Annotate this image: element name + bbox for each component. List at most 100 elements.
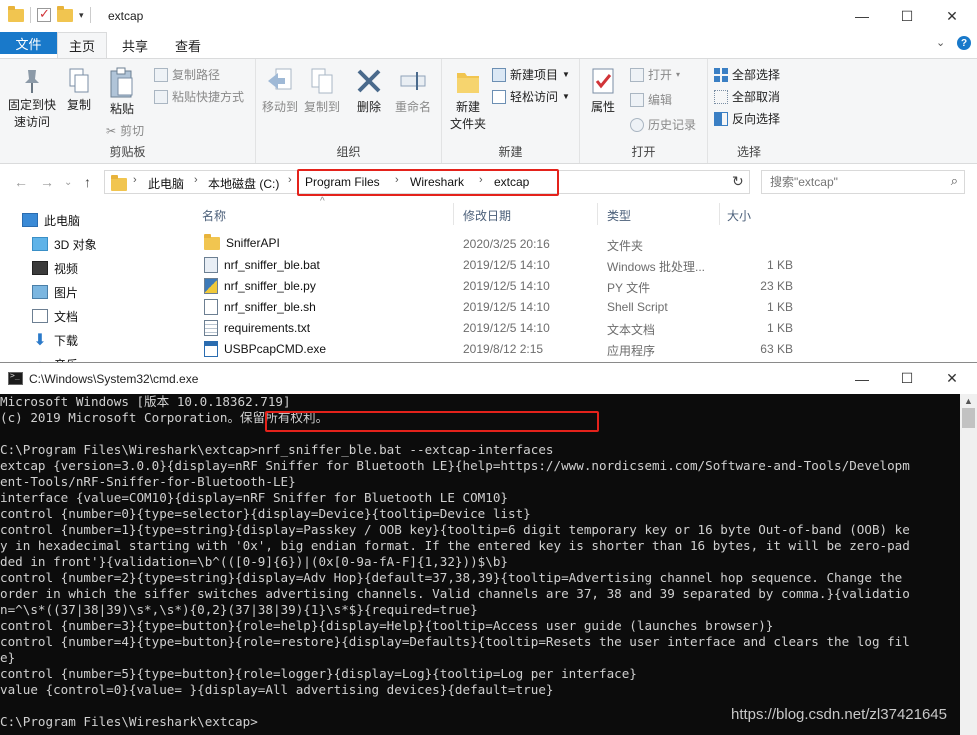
address-bar[interactable]: › 此电脑 › 本地磁盘 (C:) › Program Files › Wire…	[104, 169, 825, 196]
vertical-scrollbar[interactable]: ▲	[960, 394, 977, 735]
search-input[interactable]	[770, 172, 940, 192]
breadcrumb-separator: ›	[288, 174, 292, 186]
file-row[interactable]: SnifferAPI 2020/3/25 20:16 文件夹	[190, 233, 977, 254]
nav-item-this-pc[interactable]: 此电脑	[22, 209, 80, 231]
properties-icon[interactable]	[37, 6, 51, 22]
copy-to-button[interactable]: 复制到	[302, 67, 342, 116]
nav-item-3d-objects[interactable]: 3D 对象	[32, 233, 97, 255]
refresh-icon[interactable]: ↻	[732, 173, 744, 190]
clipboard-group: 固定到快 速访问 复制 粘贴 复制路径 粘贴快捷方式 ✂ 剪切 剪贴板	[0, 59, 256, 163]
cut-button[interactable]: ✂ 剪切	[106, 122, 144, 139]
search-box[interactable]: ⌕	[761, 170, 965, 194]
back-icon[interactable]: ←	[14, 174, 28, 190]
file-row[interactable]: nrf_sniffer_ble.sh 2019/12/5 14:10 Shell…	[190, 296, 977, 317]
paste-button[interactable]: 粘贴	[102, 67, 142, 118]
tab-view[interactable]: 查看	[163, 32, 213, 58]
breadcrumb-this-pc[interactable]: 此电脑	[148, 175, 184, 192]
cube-icon	[32, 237, 48, 251]
file-row[interactable]: requirements.txt 2019/12/5 14:10 文本文档 1 …	[190, 317, 977, 338]
nav-item-music[interactable]: ♪ 音乐	[32, 353, 78, 363]
computer-icon	[22, 213, 38, 227]
help-icon[interactable]: ?	[957, 36, 971, 50]
copy-path-button[interactable]: 复制路径	[154, 66, 220, 83]
column-header-type[interactable]: 类型	[607, 207, 631, 224]
nav-item-label: 下载	[54, 333, 79, 348]
breadcrumb-separator: ›	[133, 174, 137, 186]
invert-selection-button[interactable]: 反向选择	[714, 110, 780, 127]
scissors-icon: ✂	[106, 123, 117, 138]
history-button[interactable]: 历史记录	[630, 116, 696, 133]
file-row[interactable]: nrf_sniffer_ble.bat 2019/12/5 14:10 Wind…	[190, 254, 977, 275]
move-to-button[interactable]: 移动到	[260, 67, 300, 116]
sort-caret-icon: ^	[320, 196, 325, 207]
minimize-button[interactable]: —	[839, 363, 885, 394]
highlight-box	[297, 169, 559, 196]
file-row[interactable]: nrf_sniffer_ble.py 2019/12/5 14:10 PY 文件…	[190, 275, 977, 296]
file-date: 2019/8/12 2:15	[463, 342, 544, 356]
easy-access-button[interactable]: 轻松访问 ▼	[492, 88, 570, 105]
tab-file[interactable]: 文件	[0, 32, 57, 54]
nav-item-videos[interactable]: 视频	[32, 257, 78, 279]
console-line: control {number=4}{type=button}{role=res…	[0, 634, 910, 649]
column-header-size[interactable]: 大小	[727, 207, 751, 224]
select-group-label: 选择	[736, 145, 761, 159]
clipboard-icon	[110, 67, 133, 98]
column-divider	[719, 203, 720, 225]
maximize-button[interactable]: ☐	[884, 0, 930, 32]
nav-item-label: 文档	[54, 309, 79, 324]
edit-button[interactable]: 编辑	[630, 91, 672, 108]
tab-home[interactable]: 主页	[57, 32, 107, 58]
open-button[interactable]: 打开 ▾	[630, 66, 680, 83]
file-size: 1 KB	[766, 258, 793, 272]
breadcrumb-local-disk[interactable]: 本地磁盘 (C:)	[208, 175, 279, 192]
clipboard-group-label: 剪贴板	[109, 145, 146, 159]
forward-icon[interactable]: →	[40, 174, 54, 190]
invert-selection-icon	[714, 111, 728, 126]
file-name-cell: USBPcapCMD.exe	[204, 341, 326, 357]
delete-button[interactable]: 删除	[352, 67, 386, 116]
new-folder-icon[interactable]	[57, 5, 73, 22]
new-folder-button[interactable]: 新建 文件夹	[446, 67, 490, 133]
column-header-name[interactable]: 名称	[202, 207, 226, 224]
file-date: 2019/12/5 14:10	[463, 321, 550, 335]
file-date: 2019/12/5 14:10	[463, 279, 550, 293]
console-line: control {number=0}{type=selector}{displa…	[0, 506, 531, 521]
column-divider	[453, 203, 454, 225]
pin-quick-access-button[interactable]: 固定到快 速访问	[4, 67, 60, 131]
new-group-label: 新建	[498, 145, 523, 159]
paste-shortcut-button[interactable]: 粘贴快捷方式	[154, 88, 244, 105]
console-line: C:\Program Files\Wireshark\extcap>nrf_sn…	[0, 442, 554, 457]
console-line: order in which the siffer switches adver…	[0, 586, 910, 601]
column-header-date[interactable]: 修改日期	[463, 207, 511, 224]
select-none-button[interactable]: 全部取消	[714, 88, 780, 105]
window-title: extcap	[108, 9, 144, 23]
console-line: y in hexadecimal starting with '0x', big…	[0, 538, 910, 553]
file-row[interactable]: USBPcapCMD.exe 2019/8/12 2:15 应用程序 63 KB	[190, 338, 977, 359]
edit-label: 编辑	[648, 93, 673, 107]
maximize-button[interactable]: ☐	[884, 363, 930, 394]
scroll-up-icon[interactable]: ▲	[964, 396, 973, 406]
nav-item-pictures[interactable]: 图片	[32, 281, 78, 303]
properties-button[interactable]: 属性	[586, 67, 620, 116]
history-icon	[630, 117, 644, 132]
up-icon[interactable]: ↑	[84, 174, 91, 190]
nav-item-documents[interactable]: 文档	[32, 305, 78, 327]
minimize-button[interactable]: —	[839, 0, 885, 32]
console-output[interactable]: Microsoft Windows [版本 10.0.18362.719] (c)…	[0, 394, 960, 735]
scrollbar-thumb[interactable]	[962, 408, 975, 428]
chevron-down-icon[interactable]: ▾	[79, 10, 84, 21]
properties-icon	[592, 68, 614, 94]
python-file-icon	[204, 278, 218, 294]
close-button[interactable]: ✕	[929, 0, 975, 32]
select-all-button[interactable]: 全部选择	[714, 66, 780, 83]
rename-button[interactable]: 重命名	[390, 67, 436, 116]
recent-locations-icon[interactable]: ⌄	[64, 177, 72, 188]
close-button[interactable]: ✕	[929, 363, 975, 394]
new-item-button[interactable]: 新建项目 ▼	[492, 66, 570, 83]
nav-item-downloads[interactable]: ⬇ 下载	[32, 329, 78, 351]
console-line: control {number=2}{type=string}{display=…	[0, 570, 903, 585]
copy-button[interactable]: 复制	[62, 67, 96, 114]
console-line: interface {value=COM10}{display=nRF Snif…	[0, 490, 508, 505]
tab-share[interactable]: 共享	[110, 32, 160, 58]
collapse-ribbon-icon[interactable]: ⌄	[936, 36, 945, 49]
